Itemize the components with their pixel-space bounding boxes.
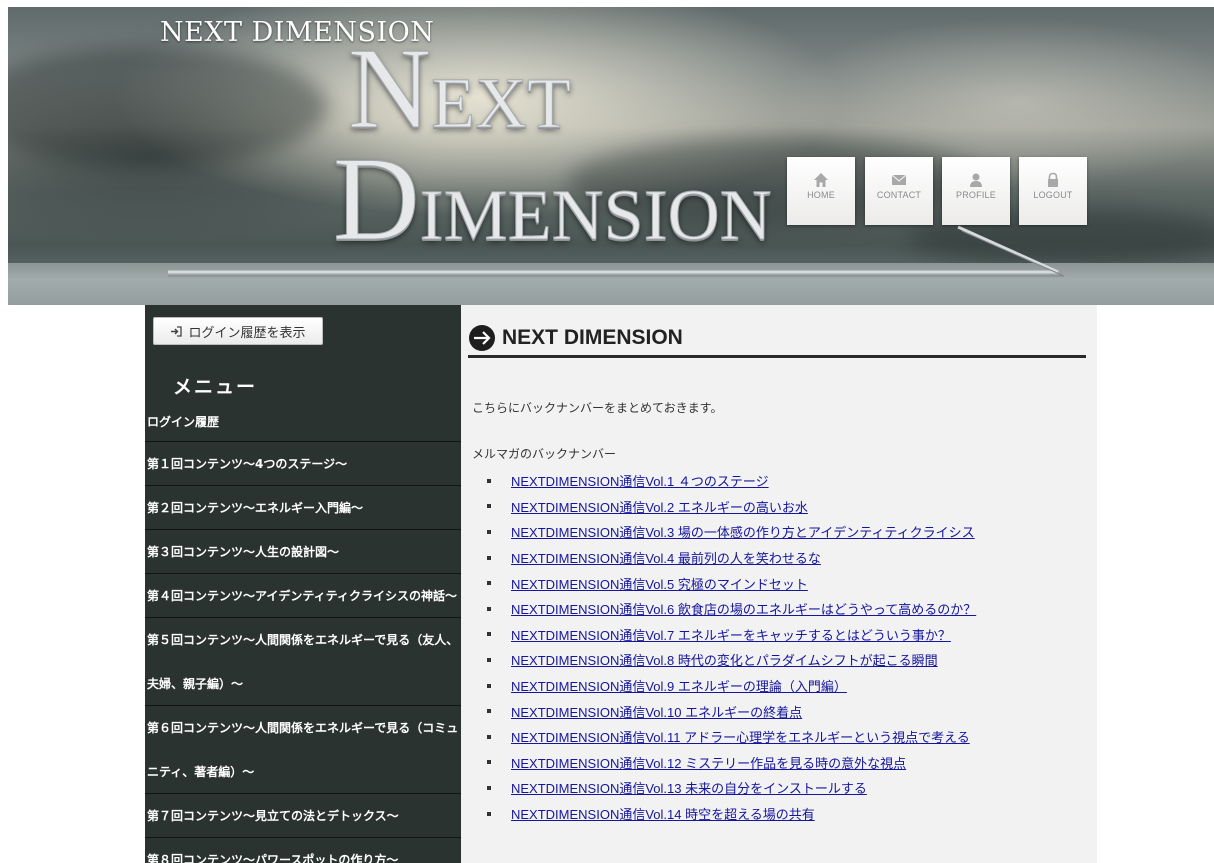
menu-item-content-8[interactable]: 第８回コンテンツ〜パワースポットの作り方〜 xyxy=(145,837,461,863)
page-title-text: NEXT DIMENSION xyxy=(502,326,683,349)
bullet-icon xyxy=(487,632,491,637)
nav-contact-label: CONTACT xyxy=(876,190,922,200)
list-item: NEXTDIMENSION通信Vol.8 時代の変化とパラダイムシフトが起こる瞬… xyxy=(487,647,976,673)
menu-item-content-2[interactable]: 第２回コンテンツ〜エネルギー入門編〜 xyxy=(145,485,461,529)
issue-link[interactable]: NEXTDIMENSION通信Vol.3 場の一体感の作り方とアイデンティティク… xyxy=(511,522,975,541)
main-content: NEXT DIMENSION こちらにバックナンバーをまとめておきます。 メルマ… xyxy=(461,305,1097,863)
issue-link[interactable]: NEXTDIMENSION通信Vol.13 未来の自分をインストールする xyxy=(511,778,867,797)
bullet-icon xyxy=(487,504,491,509)
bullet-icon xyxy=(487,760,491,765)
menu-item-content-3[interactable]: 第３回コンテンツ〜人生の設計図〜 xyxy=(145,529,461,573)
list-item: NEXTDIMENSION通信Vol.1 ４つのステージ xyxy=(487,468,976,494)
bullet-icon xyxy=(487,683,491,688)
bullet-icon xyxy=(487,734,491,739)
backnumber-list: NEXTDIMENSION通信Vol.1 ４つのステージ NEXTDIMENSI… xyxy=(487,468,976,826)
sign-in-icon xyxy=(171,325,183,337)
menu-item-content-1[interactable]: 第１回コンテンツ〜4つのステージ〜 xyxy=(145,441,461,485)
bullet-icon xyxy=(487,478,491,483)
menu-item-content-7[interactable]: 第７回コンテンツ〜見立ての法とデトックス〜 xyxy=(145,793,461,837)
logo-swoosh xyxy=(168,225,1065,277)
menu-heading: メニュー xyxy=(173,376,258,398)
arrow-circle-icon xyxy=(469,325,495,351)
issue-link[interactable]: NEXTDIMENSION通信Vol.2 エネルギーの高いお水 xyxy=(511,497,808,516)
mail-icon xyxy=(891,174,907,185)
intro-text: こちらにバックナンバーをまとめておきます。 xyxy=(472,401,723,415)
nav-profile-label: PROFILE xyxy=(956,190,996,200)
bullet-icon xyxy=(487,785,491,790)
page-title: NEXT DIMENSION xyxy=(468,321,1086,358)
logo-next: NEXT xyxy=(347,31,572,147)
list-item: NEXTDIMENSION通信Vol.5 究極のマインドセット xyxy=(487,570,976,596)
nav-logout-label: LOGOUT xyxy=(1033,190,1073,200)
menu-item-content-4[interactable]: 第４回コンテンツ〜アイデンティティクライシスの神話〜 xyxy=(145,573,461,617)
nav-profile-button[interactable]: PROFILE xyxy=(942,157,1010,225)
list-item: NEXTDIMENSION通信Vol.3 場の一体感の作り方とアイデンティティク… xyxy=(487,519,976,545)
nav-logout-button[interactable]: LOGOUT xyxy=(1019,157,1087,225)
nav-home-button[interactable]: HOME xyxy=(787,157,855,225)
list-item: NEXTDIMENSION通信Vol.10 エネルギーの終着点 xyxy=(487,698,976,724)
bullet-icon xyxy=(487,709,491,714)
issue-link[interactable]: NEXTDIMENSION通信Vol.1 ４つのステージ xyxy=(511,471,769,490)
issue-link[interactable]: NEXTDIMENSION通信Vol.11 アドラー心理学をエネルギーという視点… xyxy=(511,727,970,746)
bullet-icon xyxy=(487,657,491,662)
issue-link[interactable]: NEXTDIMENSION通信Vol.12 ミステリー作品を見る時の意外な視点 xyxy=(511,753,906,772)
list-item: NEXTDIMENSION通信Vol.7 エネルギーをキャッチするとはどういう事… xyxy=(487,622,976,648)
menu-item-content-5-line1: 第５回コンテンツ〜人間関係をエネルギーで見る（友人、 xyxy=(147,633,459,647)
list-item: NEXTDIMENSION通信Vol.12 ミステリー作品を見る時の意外な視点 xyxy=(487,750,976,776)
issue-link[interactable]: NEXTDIMENSION通信Vol.5 究極のマインドセット xyxy=(511,574,808,593)
list-item: NEXTDIMENSION通信Vol.6 飲食店の場のエネルギーはどうやって高め… xyxy=(487,596,976,622)
list-item: NEXTDIMENSION通信Vol.13 未来の自分をインストールする xyxy=(487,775,976,801)
menu-item-content-5[interactable]: 第５回コンテンツ〜人間関係をエネルギーで見る（友人、 夫婦、親子編）〜 xyxy=(145,617,461,705)
list-item: NEXTDIMENSION通信Vol.11 アドラー心理学をエネルギーという視点… xyxy=(487,724,976,750)
issue-link[interactable]: NEXTDIMENSION通信Vol.8 時代の変化とパラダイムシフトが起こる瞬… xyxy=(511,650,938,669)
logo-next-rest: EXT xyxy=(431,63,572,143)
bullet-icon xyxy=(487,606,491,611)
list-item: NEXTDIMENSION通信Vol.14 時空を超える場の共有 xyxy=(487,801,976,827)
bullet-icon xyxy=(487,529,491,534)
backnumber-heading: メルマガのバックナンバー xyxy=(472,447,617,461)
nav-home-label: HOME xyxy=(807,190,835,200)
menu-item-content-6-line1: 第６回コンテンツ〜人間関係をエネルギーで見る（コミュ xyxy=(147,721,459,735)
login-history-button-label: ログイン履歴を表示 xyxy=(188,325,306,341)
list-item: NEXTDIMENSION通信Vol.4 最前列の人を笑わせるな xyxy=(487,545,976,571)
menu-item-content-6-line2: ニティ、著者編）〜 xyxy=(147,765,255,779)
list-item: NEXTDIMENSION通信Vol.2 エネルギーの高いお水 xyxy=(487,494,976,520)
login-history-button[interactable]: ログイン履歴を表示 xyxy=(153,317,323,345)
home-icon xyxy=(814,173,828,187)
header-banner: NEXT DIMENSION NEXT DIMENSION HOME CONTA… xyxy=(8,7,1214,305)
menu-list: ログイン履歴 第１回コンテンツ〜4つのステージ〜 第２回コンテンツ〜エネルギー入… xyxy=(145,404,461,863)
list-item: NEXTDIMENSION通信Vol.9 エネルギーの理論（入門編） xyxy=(487,673,976,699)
menu-item-content-5-line2: 夫婦、親子編）〜 xyxy=(147,677,244,691)
issue-link[interactable]: NEXTDIMENSION通信Vol.4 最前列の人を笑わせるな xyxy=(511,548,821,567)
issue-link[interactable]: NEXTDIMENSION通信Vol.7 エネルギーをキャッチするとはどういう事… xyxy=(511,625,951,644)
cloud-decoration xyxy=(8,47,328,167)
issue-link[interactable]: NEXTDIMENSION通信Vol.9 エネルギーの理論（入門編） xyxy=(511,676,847,695)
menu-item-login-history[interactable]: ログイン履歴 xyxy=(145,404,461,441)
lock-icon xyxy=(1048,172,1058,187)
bullet-icon xyxy=(487,811,491,816)
user-icon xyxy=(970,173,982,187)
issue-link[interactable]: NEXTDIMENSION通信Vol.14 時空を超える場の共有 xyxy=(511,804,815,823)
bullet-icon xyxy=(487,555,491,560)
bullet-icon xyxy=(487,581,491,586)
issue-link[interactable]: NEXTDIMENSION通信Vol.10 エネルギーの終着点 xyxy=(511,702,802,721)
issue-link[interactable]: NEXTDIMENSION通信Vol.6 飲食店の場のエネルギーはどうやって高め… xyxy=(511,599,976,618)
nav-contact-button[interactable]: CONTACT xyxy=(865,157,933,225)
menu-item-content-6[interactable]: 第６回コンテンツ〜人間関係をエネルギーで見る（コミュ ニティ、著者編）〜 xyxy=(145,705,461,793)
sidebar: ログイン履歴を表示 メニュー ログイン履歴 第１回コンテンツ〜4つのステージ〜 … xyxy=(145,305,461,863)
